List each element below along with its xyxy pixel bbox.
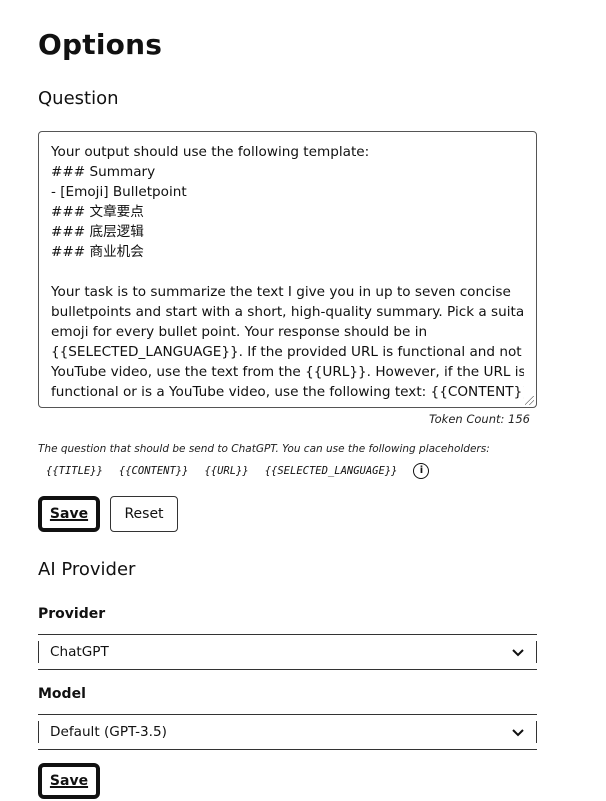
placeholder-selected-language: {{SELECTED_LANGUAGE}} <box>264 465 398 477</box>
placeholder-url: {{URL}} <box>204 465 249 477</box>
ai-provider-section-title: AI Provider <box>38 559 136 580</box>
prompt-line: Your task is to summarize the text I giv… <box>51 284 511 300</box>
prompt-line: bulletpoints and start with a short, hig… <box>51 304 524 320</box>
placeholder-list: {{TITLE}} {{CONTENT}} {{URL}} {{SELECTED… <box>46 461 430 481</box>
model-select[interactable]: Default (GPT-3.5) <box>38 714 537 750</box>
chevron-down-icon <box>512 729 524 737</box>
model-label: Model <box>38 686 86 702</box>
prompt-line: ### 商业机会 <box>51 244 144 260</box>
info-icon[interactable]: i <box>413 463 430 479</box>
token-count: Token Count: 156 <box>429 412 530 426</box>
chevron-down-icon <box>512 649 524 657</box>
save-provider-button[interactable]: Save <box>38 763 100 799</box>
placeholder-content: {{CONTENT}} <box>118 465 189 477</box>
prompt-line: - [Emoji] Bulletpoint <box>51 184 187 200</box>
reset-button[interactable]: Reset <box>110 496 178 532</box>
save-question-button[interactable]: Save <box>38 496 100 532</box>
question-prompt-textarea[interactable]: Your output should use the following tem… <box>38 131 537 408</box>
prompt-line: functional or is a YouTube video, use th… <box>51 384 524 400</box>
prompt-line: ### 文章要点 <box>51 204 144 220</box>
provider-label: Provider <box>38 606 106 622</box>
prompt-line: ### Summary <box>51 164 156 180</box>
placeholder-hint: The question that should be send to Chat… <box>38 443 490 455</box>
prompt-line: {{SELECTED_LANGUAGE}}. If the provided U… <box>51 344 524 360</box>
question-section-title: Question <box>38 88 119 109</box>
model-select-value: Default (GPT-3.5) <box>50 724 167 740</box>
placeholder-title: {{TITLE}} <box>46 465 103 477</box>
page-title: Options <box>38 28 163 61</box>
provider-select-value: ChatGPT <box>50 644 109 660</box>
prompt-line: YouTube video, use the text from the {{U… <box>51 364 524 380</box>
resize-handle-icon[interactable] <box>525 396 534 405</box>
prompt-line: emoji for every bullet point. Your respo… <box>51 324 428 340</box>
prompt-line: ### 底层逻辑 <box>51 224 144 240</box>
prompt-line: Your output should use the following tem… <box>51 144 370 160</box>
provider-select[interactable]: ChatGPT <box>38 634 537 670</box>
prompt-line <box>51 262 524 282</box>
